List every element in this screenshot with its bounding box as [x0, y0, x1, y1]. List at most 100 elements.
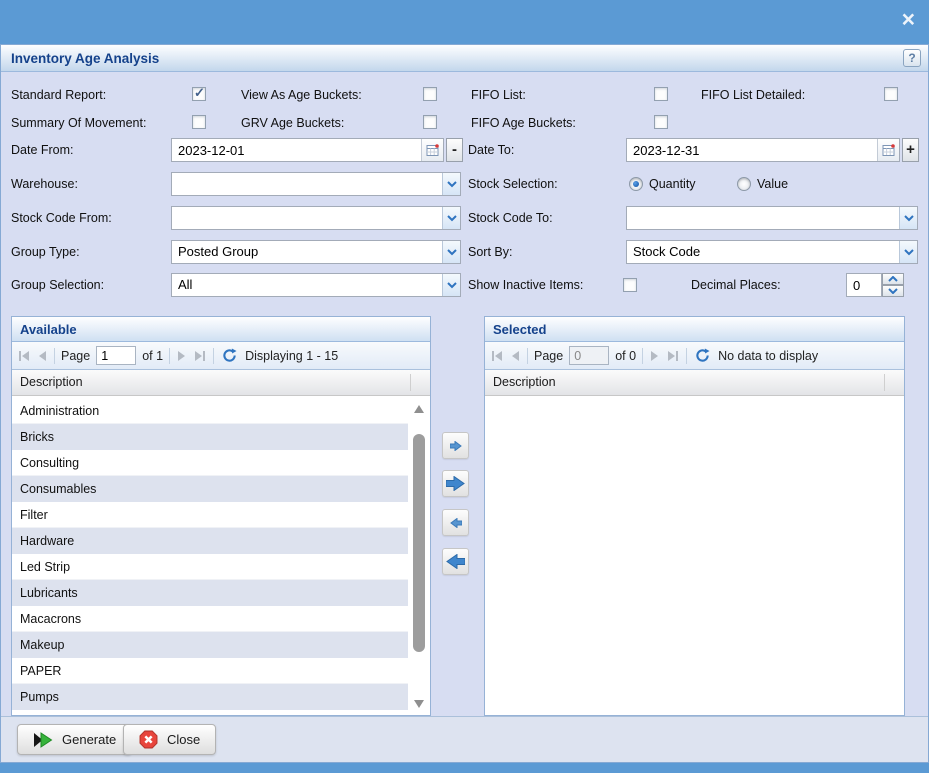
summary-of-movement-checkbox[interactable]: [192, 115, 206, 129]
window-close-icon[interactable]: ×: [902, 4, 915, 34]
quantity-radio-label: Quantity: [649, 172, 696, 196]
dialog-footer: Generate Close: [1, 716, 928, 762]
list-item[interactable]: Lubricants: [12, 580, 408, 606]
date-to-input[interactable]: [627, 139, 877, 161]
previous-page-button[interactable]: [37, 349, 48, 363]
date-to-calendar-button[interactable]: [877, 139, 899, 161]
available-column-header[interactable]: Description: [12, 370, 430, 396]
list-item[interactable]: Led Strip: [12, 554, 408, 580]
scroll-up-icon[interactable]: [414, 405, 424, 413]
date-to-label: Date To:: [468, 138, 514, 162]
stock-code-to-label: Stock Code To:: [468, 206, 553, 230]
summary-of-movement-label: Summary Of Movement:: [11, 115, 146, 131]
available-page-input[interactable]: [96, 346, 136, 365]
application-window: × Inventory Age Analysis ? Standard Repo…: [0, 0, 929, 773]
arrow-right-large-icon: [446, 476, 465, 491]
chevron-down-icon: [442, 173, 460, 195]
fifo-age-buckets-checkbox[interactable]: [654, 115, 668, 129]
standard-report-checkbox[interactable]: [192, 87, 206, 101]
list-item[interactable]: Consumables: [12, 476, 408, 502]
available-status-text: Displaying 1 - 15: [245, 349, 338, 363]
date-from-input[interactable]: [172, 139, 421, 161]
next-page-button[interactable]: [649, 349, 660, 363]
stock-code-from-value: [172, 207, 442, 229]
list-item[interactable]: Macacrons: [12, 606, 408, 632]
page-word: Page: [534, 349, 563, 363]
list-item[interactable]: Filter: [12, 502, 408, 528]
refresh-icon[interactable]: [220, 346, 239, 365]
move-right-button[interactable]: [442, 432, 469, 459]
group-selection-dropdown[interactable]: All: [171, 273, 461, 297]
page-count-label: of 0: [615, 349, 636, 363]
scroll-down-icon[interactable]: [414, 700, 424, 708]
selected-list-body: [485, 398, 904, 715]
arrow-left-icon: [450, 518, 462, 528]
generate-play-icon: [33, 732, 53, 748]
show-inactive-items-checkbox[interactable]: [623, 278, 637, 292]
fifo-list-detailed-checkbox[interactable]: [884, 87, 898, 101]
date-to-field: [626, 138, 900, 162]
first-page-button[interactable]: [490, 349, 504, 363]
view-as-age-buckets-checkbox[interactable]: [423, 87, 437, 101]
chevron-down-icon: [442, 274, 460, 296]
generate-button[interactable]: Generate: [17, 724, 132, 755]
last-page-button[interactable]: [666, 349, 680, 363]
warehouse-dropdown[interactable]: [171, 172, 461, 196]
chevron-down-icon: [899, 207, 917, 229]
list-item[interactable]: PAPER: [12, 658, 408, 684]
list-item[interactable]: Pumps: [12, 684, 408, 710]
chevron-down-icon: [442, 241, 460, 263]
quantity-radio[interactable]: [629, 177, 643, 191]
calendar-icon: [426, 143, 440, 157]
sort-by-label: Sort By:: [468, 240, 512, 264]
scrollbar-thumb[interactable]: [413, 434, 425, 652]
first-page-button[interactable]: [17, 349, 31, 363]
selected-column-header[interactable]: Description: [485, 370, 904, 396]
available-panel-header: Available: [12, 317, 430, 342]
group-selection-value: All: [172, 274, 442, 296]
decimal-places-input[interactable]: [846, 273, 882, 297]
next-page-button[interactable]: [176, 349, 187, 363]
stock-code-from-dropdown[interactable]: [171, 206, 461, 230]
spinner-down-button[interactable]: [882, 285, 904, 297]
value-radio[interactable]: [737, 177, 751, 191]
dialog-header: Inventory Age Analysis ?: [1, 45, 928, 72]
previous-page-button[interactable]: [510, 349, 521, 363]
stock-code-from-label: Stock Code From:: [11, 206, 112, 230]
last-page-button[interactable]: [193, 349, 207, 363]
refresh-icon[interactable]: [693, 346, 712, 365]
stock-code-to-dropdown[interactable]: [626, 206, 918, 230]
toolbar-separator: [54, 348, 55, 364]
sort-by-dropdown[interactable]: Stock Code: [626, 240, 918, 264]
selected-page-input[interactable]: [569, 346, 609, 365]
list-item[interactable]: Makeup: [12, 632, 408, 658]
available-panel: Available Page of 1 Displaying 1 - 15 De…: [11, 316, 431, 716]
move-left-button[interactable]: [442, 509, 469, 536]
close-button[interactable]: Close: [123, 724, 216, 755]
toolbar-separator: [642, 348, 643, 364]
help-button[interactable]: ?: [903, 49, 921, 67]
page-count-label: of 1: [142, 349, 163, 363]
chevron-down-icon: [442, 207, 460, 229]
group-type-value: Posted Group: [172, 241, 442, 263]
fifo-list-checkbox[interactable]: [654, 87, 668, 101]
date-from-decrement-button[interactable]: -: [446, 138, 463, 162]
move-all-left-button[interactable]: [442, 548, 469, 575]
list-item[interactable]: Hardware: [12, 528, 408, 554]
move-all-right-button[interactable]: [442, 470, 469, 497]
decimal-places-spinner: [882, 273, 904, 297]
available-list-body: Administration Bricks Consulting Consuma…: [12, 398, 430, 715]
spinner-up-button[interactable]: [882, 273, 904, 285]
selected-panel-header: Selected: [485, 317, 904, 342]
date-from-calendar-button[interactable]: [421, 139, 443, 161]
date-to-increment-button[interactable]: +: [902, 138, 919, 162]
grv-age-buckets-checkbox[interactable]: [423, 115, 437, 129]
list-item[interactable]: Administration: [12, 398, 408, 424]
list-item[interactable]: Bricks: [12, 424, 408, 450]
toolbar-separator: [169, 348, 170, 364]
available-scrollbar[interactable]: [411, 400, 428, 713]
list-item[interactable]: Consulting: [12, 450, 408, 476]
group-type-dropdown[interactable]: Posted Group: [171, 240, 461, 264]
fifo-list-label: FIFO List:: [471, 87, 526, 103]
view-as-age-buckets-label: View As Age Buckets:: [241, 87, 362, 103]
